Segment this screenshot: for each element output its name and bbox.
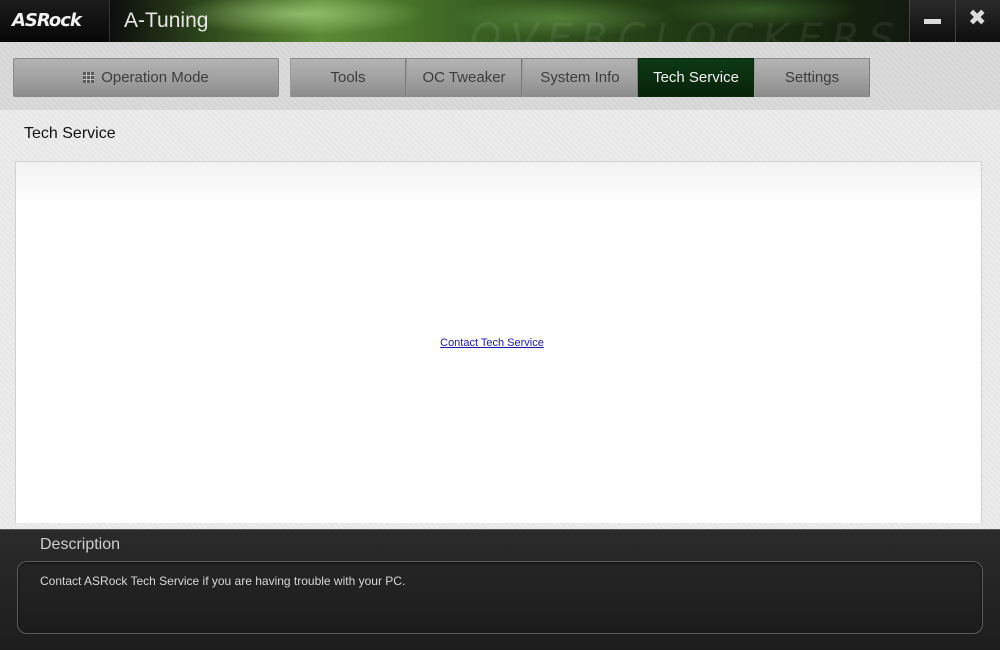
description-title: Description <box>40 536 121 553</box>
tab-label: Tools <box>330 69 366 86</box>
tab-tech-service[interactable]: Tech Service <box>638 58 754 97</box>
main-content: Tech Service Contact Tech Service <box>0 110 1000 529</box>
tech-service-panel: Contact Tech Service <box>15 161 982 523</box>
nav-bar: Operation Mode Tools OC Tweaker System I… <box>0 42 1000 111</box>
title-bar: ASRock A-Tuning OVERCLOCKERS.UA ✖ <box>0 0 1000 62</box>
tab-settings[interactable]: Settings <box>754 58 870 97</box>
tab-label: Settings <box>784 69 840 86</box>
description-text: Contact ASRock Tech Service if you are h… <box>40 574 406 588</box>
asrock-logo: ASRock <box>12 10 82 31</box>
tab-tools[interactable]: Tools <box>290 58 406 97</box>
tab-system-info[interactable]: System Info <box>522 58 638 97</box>
close-button[interactable]: ✖ <box>955 0 1000 42</box>
operation-mode-button[interactable]: Operation Mode <box>13 58 279 97</box>
description-area: Description Contact ASRock Tech Service … <box>0 529 1000 650</box>
app-title: A-Tuning <box>124 9 209 32</box>
page-title: Tech Service <box>24 125 116 142</box>
tab-label: Tech Service <box>653 69 739 86</box>
minimize-button[interactable] <box>909 0 955 42</box>
tab-label: OC Tweaker <box>422 69 506 86</box>
minimize-icon <box>924 19 941 24</box>
close-icon: ✖ <box>968 6 987 31</box>
contact-tech-service-link[interactable]: Contact Tech Service <box>16 337 968 349</box>
description-box: Contact ASRock Tech Service if you are h… <box>17 561 983 634</box>
logo-area: ASRock <box>0 0 110 42</box>
operation-mode-label: Operation Mode <box>101 69 209 86</box>
tab-oc-tweaker[interactable]: OC Tweaker <box>406 58 522 97</box>
grid-icon <box>83 72 95 83</box>
tab-label: System Info <box>540 69 620 86</box>
